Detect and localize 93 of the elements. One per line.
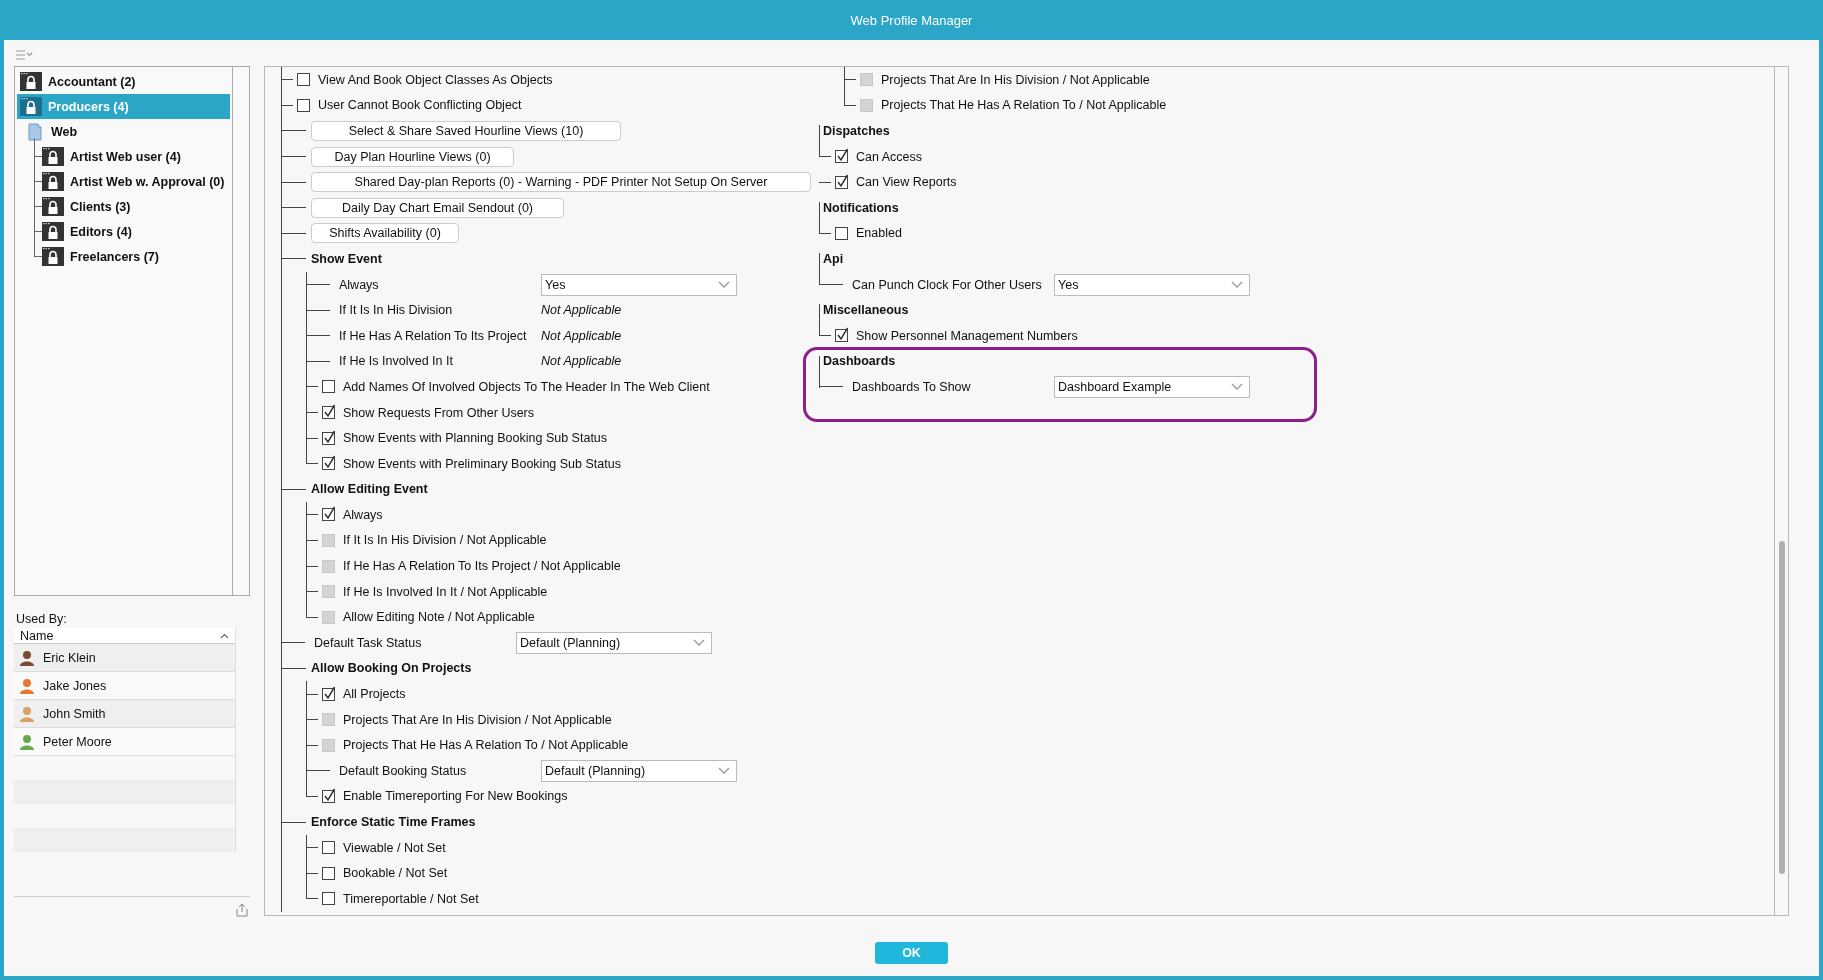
checkbox-label: Allow Editing Note / Not Applicable (343, 610, 535, 625)
checkbox-label: Projects That He Has A Relation To / Not Applicable (881, 98, 1167, 113)
window-title: Web Profile Manager (850, 12, 973, 28)
sort-caret-icon (220, 632, 229, 639)
section-heading: Show Event (311, 251, 382, 266)
checkbox-label: If He Is Involved In It / Not Applicable (343, 584, 548, 599)
checkbox[interactable] (322, 431, 335, 445)
checkbox-label: Always (343, 507, 383, 522)
share-icon[interactable] (236, 902, 248, 917)
checkbox-label: Can View Reports (856, 175, 957, 190)
chevron-icon (693, 639, 705, 647)
checkbox-label: Show Events with Preliminary Booking Sub Status (343, 456, 621, 471)
checkbox-label: Timereportable / Not Set (343, 891, 479, 906)
checkbox-label: Bookable / Not Set (343, 866, 448, 881)
setting-label: Always (339, 277, 380, 292)
setting-label: If It Is In His Division (339, 303, 454, 318)
setting-label: Can Punch Clock For Other Users (852, 277, 1043, 292)
chevron-icon (1231, 383, 1243, 391)
dropdown[interactable]: Yes (541, 273, 737, 296)
dropdown[interactable]: Yes (1054, 273, 1250, 296)
setting-label: Default Task Status (314, 635, 423, 650)
setting-value: Not Applicable (541, 328, 622, 343)
checkbox[interactable] (322, 789, 335, 803)
checkbox[interactable] (322, 457, 335, 471)
checkbox[interactable] (297, 98, 310, 112)
action-button[interactable]: Select & Share Saved Hourline Views (10) (311, 121, 621, 141)
action-button[interactable]: Day Plan Hourline Views (0) (311, 146, 514, 167)
checkbox-label: User Cannot Book Conflicting Object (318, 98, 522, 113)
checkbox[interactable] (322, 841, 335, 855)
user-row[interactable]: Eric Klein (14, 644, 235, 672)
checkbox[interactable] (322, 380, 335, 394)
lock-icon (42, 222, 64, 241)
checkbox[interactable] (835, 329, 848, 343)
checkbox[interactable] (835, 150, 848, 164)
checkbox[interactable] (322, 406, 335, 419)
setting-label: Dashboards To Show (852, 379, 972, 394)
user-row[interactable]: John Smith (14, 700, 235, 728)
lock-icon (20, 97, 42, 116)
checkbox-label: Projects That Are In His Division / Not Applicable (881, 72, 1150, 87)
setting-label: Default Booking Status (339, 763, 468, 778)
checkbox-label: Projects That He Has A Relation To / Not Applicable (343, 738, 629, 753)
dropdown[interactable]: Default (Planning) (516, 631, 712, 654)
setting-value: Not Applicable (541, 303, 622, 318)
lock-icon (20, 72, 42, 91)
checkbox[interactable] (322, 687, 335, 701)
section-heading: Miscellaneous (823, 303, 909, 318)
section-heading: Enforce Static Time Frames (311, 815, 476, 829)
section-heading: Allow Booking On Projects (311, 661, 472, 676)
section-heading: Dashboards (823, 354, 896, 369)
checkbox-label: Add Names Of Involved Objects To The Header In The Web Client (343, 379, 710, 394)
dropdown[interactable]: Default (Planning) (541, 759, 737, 782)
lock-icon (42, 147, 64, 166)
section-heading: Allow Editing Event (311, 482, 428, 497)
column-header[interactable]: Name (14, 628, 235, 644)
checkbox[interactable] (322, 892, 335, 906)
checkbox-label: Projects That Are In His Division / Not Applicable (343, 712, 612, 727)
lock-icon (42, 172, 64, 191)
checkbox-label: Show Requests From Other Users (343, 405, 535, 420)
chevron-icon (718, 281, 730, 289)
checkbox-label: Can Access (856, 149, 922, 164)
checkbox-label: If It Is In His Division / Not Applicable (343, 533, 547, 548)
checkbox-label: Show Personnel Management Numbers (856, 328, 1078, 343)
checkbox[interactable] (835, 175, 848, 189)
tree-item[interactable]: Web (17, 119, 230, 144)
section-label: Used By: (16, 612, 67, 626)
setting-label: If He Is Involved In It (339, 354, 454, 369)
scrollbar-thumb[interactable] (1779, 541, 1785, 874)
lock-icon (42, 197, 64, 216)
chevron-icon (718, 767, 730, 775)
checkbox-label: If He Has A Relation To Its Project / Not Applicable (343, 559, 621, 574)
checkbox-label: Viewable / Not Set (343, 840, 446, 855)
checkbox-label: Enabled (856, 226, 902, 241)
action-button[interactable]: Shared Day-plan Reports (0) - Warning - PDF Printer Not Setup On Server (311, 172, 811, 193)
lock-icon (42, 247, 64, 266)
setting-value: Not Applicable (541, 354, 622, 369)
checkbox-label: All Projects (343, 687, 406, 702)
action-button[interactable]: Daily Day Chart Email Sendout (0) (311, 197, 564, 218)
checkbox-label: View And Book Object Classes As Objects (318, 72, 553, 87)
section-heading: Notifications (823, 200, 899, 215)
checkbox[interactable] (297, 73, 310, 87)
dropdown[interactable]: Dashboard Example (1054, 375, 1250, 398)
checkbox[interactable] (322, 866, 335, 880)
document-icon (28, 122, 42, 141)
checkbox[interactable] (322, 508, 335, 522)
checkbox-label: Enable Timereporting For New Bookings (343, 789, 568, 804)
checkbox[interactable] (835, 226, 848, 240)
chevron-icon (1231, 281, 1243, 289)
section-heading: Api (823, 251, 844, 266)
section-heading: Dispatches (823, 124, 890, 138)
tree-item[interactable]: Accountant (2) (17, 69, 230, 94)
checkbox-label: Show Events with Planning Booking Sub Status (343, 431, 608, 446)
setting-label: If He Has A Relation To Its Project (339, 328, 528, 343)
action-button[interactable]: Shifts Availability (0) (311, 223, 459, 244)
